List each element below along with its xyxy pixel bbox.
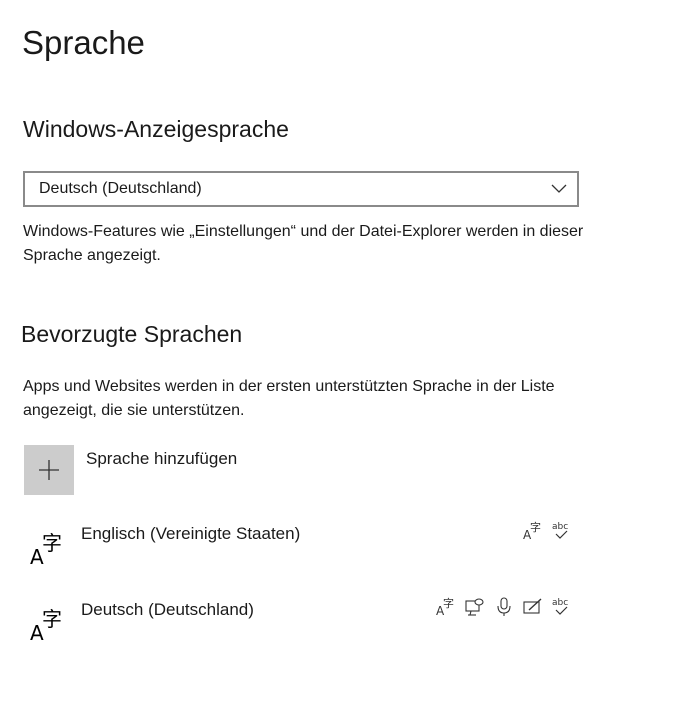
plus-icon: [39, 460, 59, 480]
language-item-name: Deutsch (Deutschland): [81, 600, 254, 619]
spellcheck-icon: abc: [552, 522, 568, 539]
page-title: Sprache: [22, 24, 145, 61]
svg-text:字: 字: [42, 531, 62, 555]
language-icon: A 字: [30, 531, 62, 566]
preferred-languages-description: Apps und Websites werden in der ersten u…: [23, 378, 555, 419]
speech-recognition-icon: [497, 597, 511, 616]
chevron-down-icon: [551, 184, 567, 193]
svg-text:字: 字: [42, 607, 62, 631]
add-language-label[interactable]: Sprache hinzufügen: [86, 449, 237, 469]
spellcheck-icon: abc: [552, 598, 568, 615]
svg-text:字: 字: [443, 596, 454, 610]
language-icon: A 字: [30, 607, 62, 642]
text-to-speech-icon: [465, 598, 484, 616]
display-language-selected: Deutsch (Deutschland): [39, 180, 202, 197]
display-language-description: Windows-Features wie „Einstellungen“ und…: [23, 223, 584, 264]
handwriting-icon: [523, 598, 542, 614]
svg-text:abc: abc: [552, 522, 568, 532]
add-language-button[interactable]: [24, 445, 74, 495]
language-pack-icon: A 字: [436, 596, 454, 618]
svg-text:字: 字: [530, 520, 541, 534]
display-language-heading: Windows-Anzeigesprache: [23, 116, 289, 142]
language-item-german-de[interactable]: A 字 Deutsch (Deutschland) A 字 abc: [0, 596, 600, 656]
svg-text:abc: abc: [552, 598, 568, 608]
language-pack-icon: A 字: [523, 520, 541, 542]
display-language-dropdown[interactable]: Deutsch (Deutschland): [23, 171, 579, 207]
language-item-name: Englisch (Vereinigte Staaten): [81, 524, 301, 543]
language-item-english-us[interactable]: A 字 Englisch (Vereinigte Staaten) A 字 ab…: [0, 520, 600, 580]
preferred-languages-heading: Bevorzugte Sprachen: [21, 321, 243, 347]
